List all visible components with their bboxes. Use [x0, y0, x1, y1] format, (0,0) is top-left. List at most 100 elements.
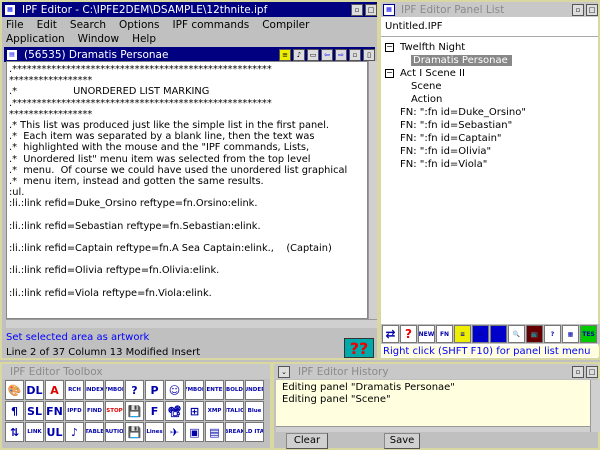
- panel-list-system-icon[interactable]: ▦: [383, 3, 395, 16]
- panel-list-title-bar[interactable]: ▦ IPF Editor Panel List ▫ □: [381, 2, 598, 17]
- toolbox-icon[interactable]: ⊞: [185, 401, 204, 421]
- history-title-bar[interactable]: ⌄ IPF Editor History ▫ □: [274, 364, 598, 379]
- toolbox-icon[interactable]: ▤: [205, 422, 224, 442]
- toolbox-icon[interactable]: BOLD: [225, 380, 244, 400]
- panel-list-minimize[interactable]: ▫: [572, 3, 584, 16]
- toolbox-icon[interactable]: ✈: [165, 422, 184, 442]
- panel-restore-button[interactable]: ▯: [363, 48, 375, 61]
- toolbox-icon[interactable]: UNDER: [245, 380, 264, 400]
- vertical-scrollbar[interactable]: [368, 61, 377, 319]
- toolbox-icon[interactable]: BREAK: [225, 422, 244, 442]
- tree-item[interactable]: − Act I Scene II: [385, 67, 594, 80]
- menu-file[interactable]: File: [6, 18, 24, 32]
- toolbox-icon[interactable]: CENTER: [205, 380, 224, 400]
- history-minimize[interactable]: ▫: [572, 365, 584, 378]
- panel-tool-icon[interactable]: ▭: [490, 325, 507, 343]
- toolbox-icon[interactable]: ☺: [165, 380, 184, 400]
- tree-item[interactable]: Dramatis Personae: [385, 54, 594, 67]
- history-entry[interactable]: Editing panel "Dramatis Personae": [282, 382, 584, 394]
- toolbox-icon[interactable]: DL: [25, 380, 44, 400]
- toolbox-icon[interactable]: ♪: [65, 422, 84, 442]
- help-button[interactable]: ??: [344, 338, 374, 358]
- history-system-icon[interactable]: ⌄: [278, 365, 290, 378]
- artwork-icon[interactable]: ≡: [279, 48, 291, 61]
- tree-item[interactable]: Scene: [385, 80, 594, 93]
- tree-item[interactable]: FN: ":fn id=Viola": [385, 158, 594, 171]
- toolbox-title-bar[interactable]: IPF Editor Toolbox: [2, 364, 270, 379]
- panel-tool-icon[interactable]: 📺: [526, 325, 543, 343]
- toolbox-icon[interactable]: STOP: [105, 401, 124, 421]
- toolbox-icon[interactable]: IPFD: [65, 401, 84, 421]
- toolbox-icon[interactable]: FIND: [85, 401, 104, 421]
- history-list[interactable]: Editing panel "Dramatis Personae" Editing…: [276, 380, 590, 426]
- collapse-icon[interactable]: −: [385, 68, 394, 78]
- toolbox-icon[interactable]: CAUTION: [105, 422, 124, 442]
- history-entry[interactable]: Editing panel "Scene": [282, 394, 584, 406]
- menu-application[interactable]: Application: [6, 32, 65, 46]
- forward-arrow-icon[interactable]: ⇨: [335, 48, 347, 61]
- toolbox-icon[interactable]: ▣: [185, 422, 204, 442]
- maximize-button[interactable]: □: [365, 3, 377, 16]
- panel-list-maximize[interactable]: □: [586, 3, 598, 16]
- panel-tool-icon[interactable]: ▦: [562, 325, 579, 343]
- toolbox-icon[interactable]: Lines: [145, 422, 164, 442]
- toolbox-icon[interactable]: Blue: [245, 401, 264, 421]
- tree-item[interactable]: FN: ":fn id=Sebastian": [385, 119, 594, 132]
- menu-edit[interactable]: Edit: [37, 18, 57, 32]
- history-hscroll[interactable]: [276, 426, 590, 432]
- panel-tool-icon[interactable]: NEW: [418, 325, 435, 343]
- menu-help[interactable]: Help: [132, 32, 156, 46]
- toolbox-icon[interactable]: SL: [25, 401, 44, 421]
- tree-item[interactable]: Action: [385, 93, 594, 106]
- panel-title-bar[interactable]: ▤ (56535) Dramatis Personae ≡ ♪ ▭ ⇦ ⇨ ▫ ▯: [4, 47, 375, 62]
- tree-item[interactable]: FN: ":fn id=Duke_Orsino": [385, 106, 594, 119]
- panel-tool-icon[interactable]: ≡: [454, 325, 471, 343]
- toolbox-icon[interactable]: ?: [125, 380, 144, 400]
- collapse-icon[interactable]: −: [385, 42, 394, 52]
- toolbox-icon[interactable]: SYMBOLS: [105, 380, 124, 400]
- panel-tool-icon[interactable]: 🔍: [508, 325, 525, 343]
- panel-tool-icon[interactable]: TES: [580, 325, 597, 343]
- toolbox-icon[interactable]: 💾: [125, 422, 144, 442]
- toolbox-icon[interactable]: 💾: [125, 401, 144, 421]
- save-button[interactable]: Save: [384, 433, 420, 449]
- menu-options[interactable]: Options: [119, 18, 160, 32]
- toolbox-icon[interactable]: ⇅: [5, 422, 24, 442]
- back-arrow-icon[interactable]: ⇦: [321, 48, 333, 61]
- panel-tool-icon[interactable]: ▬: [472, 325, 489, 343]
- panel-minimize-button[interactable]: ▫: [349, 48, 361, 61]
- toolbox-icon[interactable]: LINK: [25, 422, 44, 442]
- panel-system-icon[interactable]: ▤: [6, 48, 18, 61]
- toolbox-icon[interactable]: SYMBOLS: [185, 380, 204, 400]
- panel-tool-icon[interactable]: FN: [436, 325, 453, 343]
- menu-ipf-commands[interactable]: IPF commands: [173, 18, 250, 32]
- history-maximize[interactable]: □: [586, 365, 598, 378]
- toolbox-icon[interactable]: ITALIC: [225, 401, 244, 421]
- panel-tool-icon[interactable]: ?: [544, 325, 561, 343]
- toolbox-icon[interactable]: F: [145, 401, 164, 421]
- toolbox-icon[interactable]: FN: [45, 401, 64, 421]
- main-title-bar[interactable]: ▦ IPF Editor - C:\IPFE2DEM\DSAMPLE\12thn…: [2, 2, 377, 17]
- toolbox-icon[interactable]: UL: [45, 422, 64, 442]
- panel-tool-icon[interactable]: ⇄: [382, 325, 399, 343]
- tree-item[interactable]: FN: ":fn id=Olivia": [385, 145, 594, 158]
- tree-item[interactable]: − Twelfth Night: [385, 41, 594, 54]
- toolbox-icon[interactable]: BOLD ITALIC: [245, 422, 264, 442]
- menu-window[interactable]: Window: [78, 32, 119, 46]
- toolbox-icon[interactable]: P: [145, 380, 164, 400]
- toolbox-icon[interactable]: XMP: [205, 401, 224, 421]
- menu-search[interactable]: Search: [70, 18, 106, 32]
- tree-item[interactable]: FN: ":fn id=Captain": [385, 132, 594, 145]
- toolbox-icon[interactable]: 🎨: [5, 380, 24, 400]
- horizontal-scrollbar[interactable]: [6, 319, 377, 328]
- tv-icon[interactable]: ▭: [307, 48, 319, 61]
- toolbox-icon[interactable]: 📽: [165, 401, 184, 421]
- music-icon[interactable]: ♪: [293, 48, 305, 61]
- history-vscroll[interactable]: [590, 380, 600, 432]
- toolbox-icon[interactable]: ¶: [5, 401, 24, 421]
- toolbox-icon[interactable]: TABLE: [85, 422, 104, 442]
- toolbox-icon[interactable]: A: [45, 380, 64, 400]
- toolbox-icon[interactable]: RCH: [65, 380, 84, 400]
- system-menu-icon[interactable]: ▦: [4, 3, 16, 16]
- panel-tool-icon[interactable]: ?: [400, 325, 417, 343]
